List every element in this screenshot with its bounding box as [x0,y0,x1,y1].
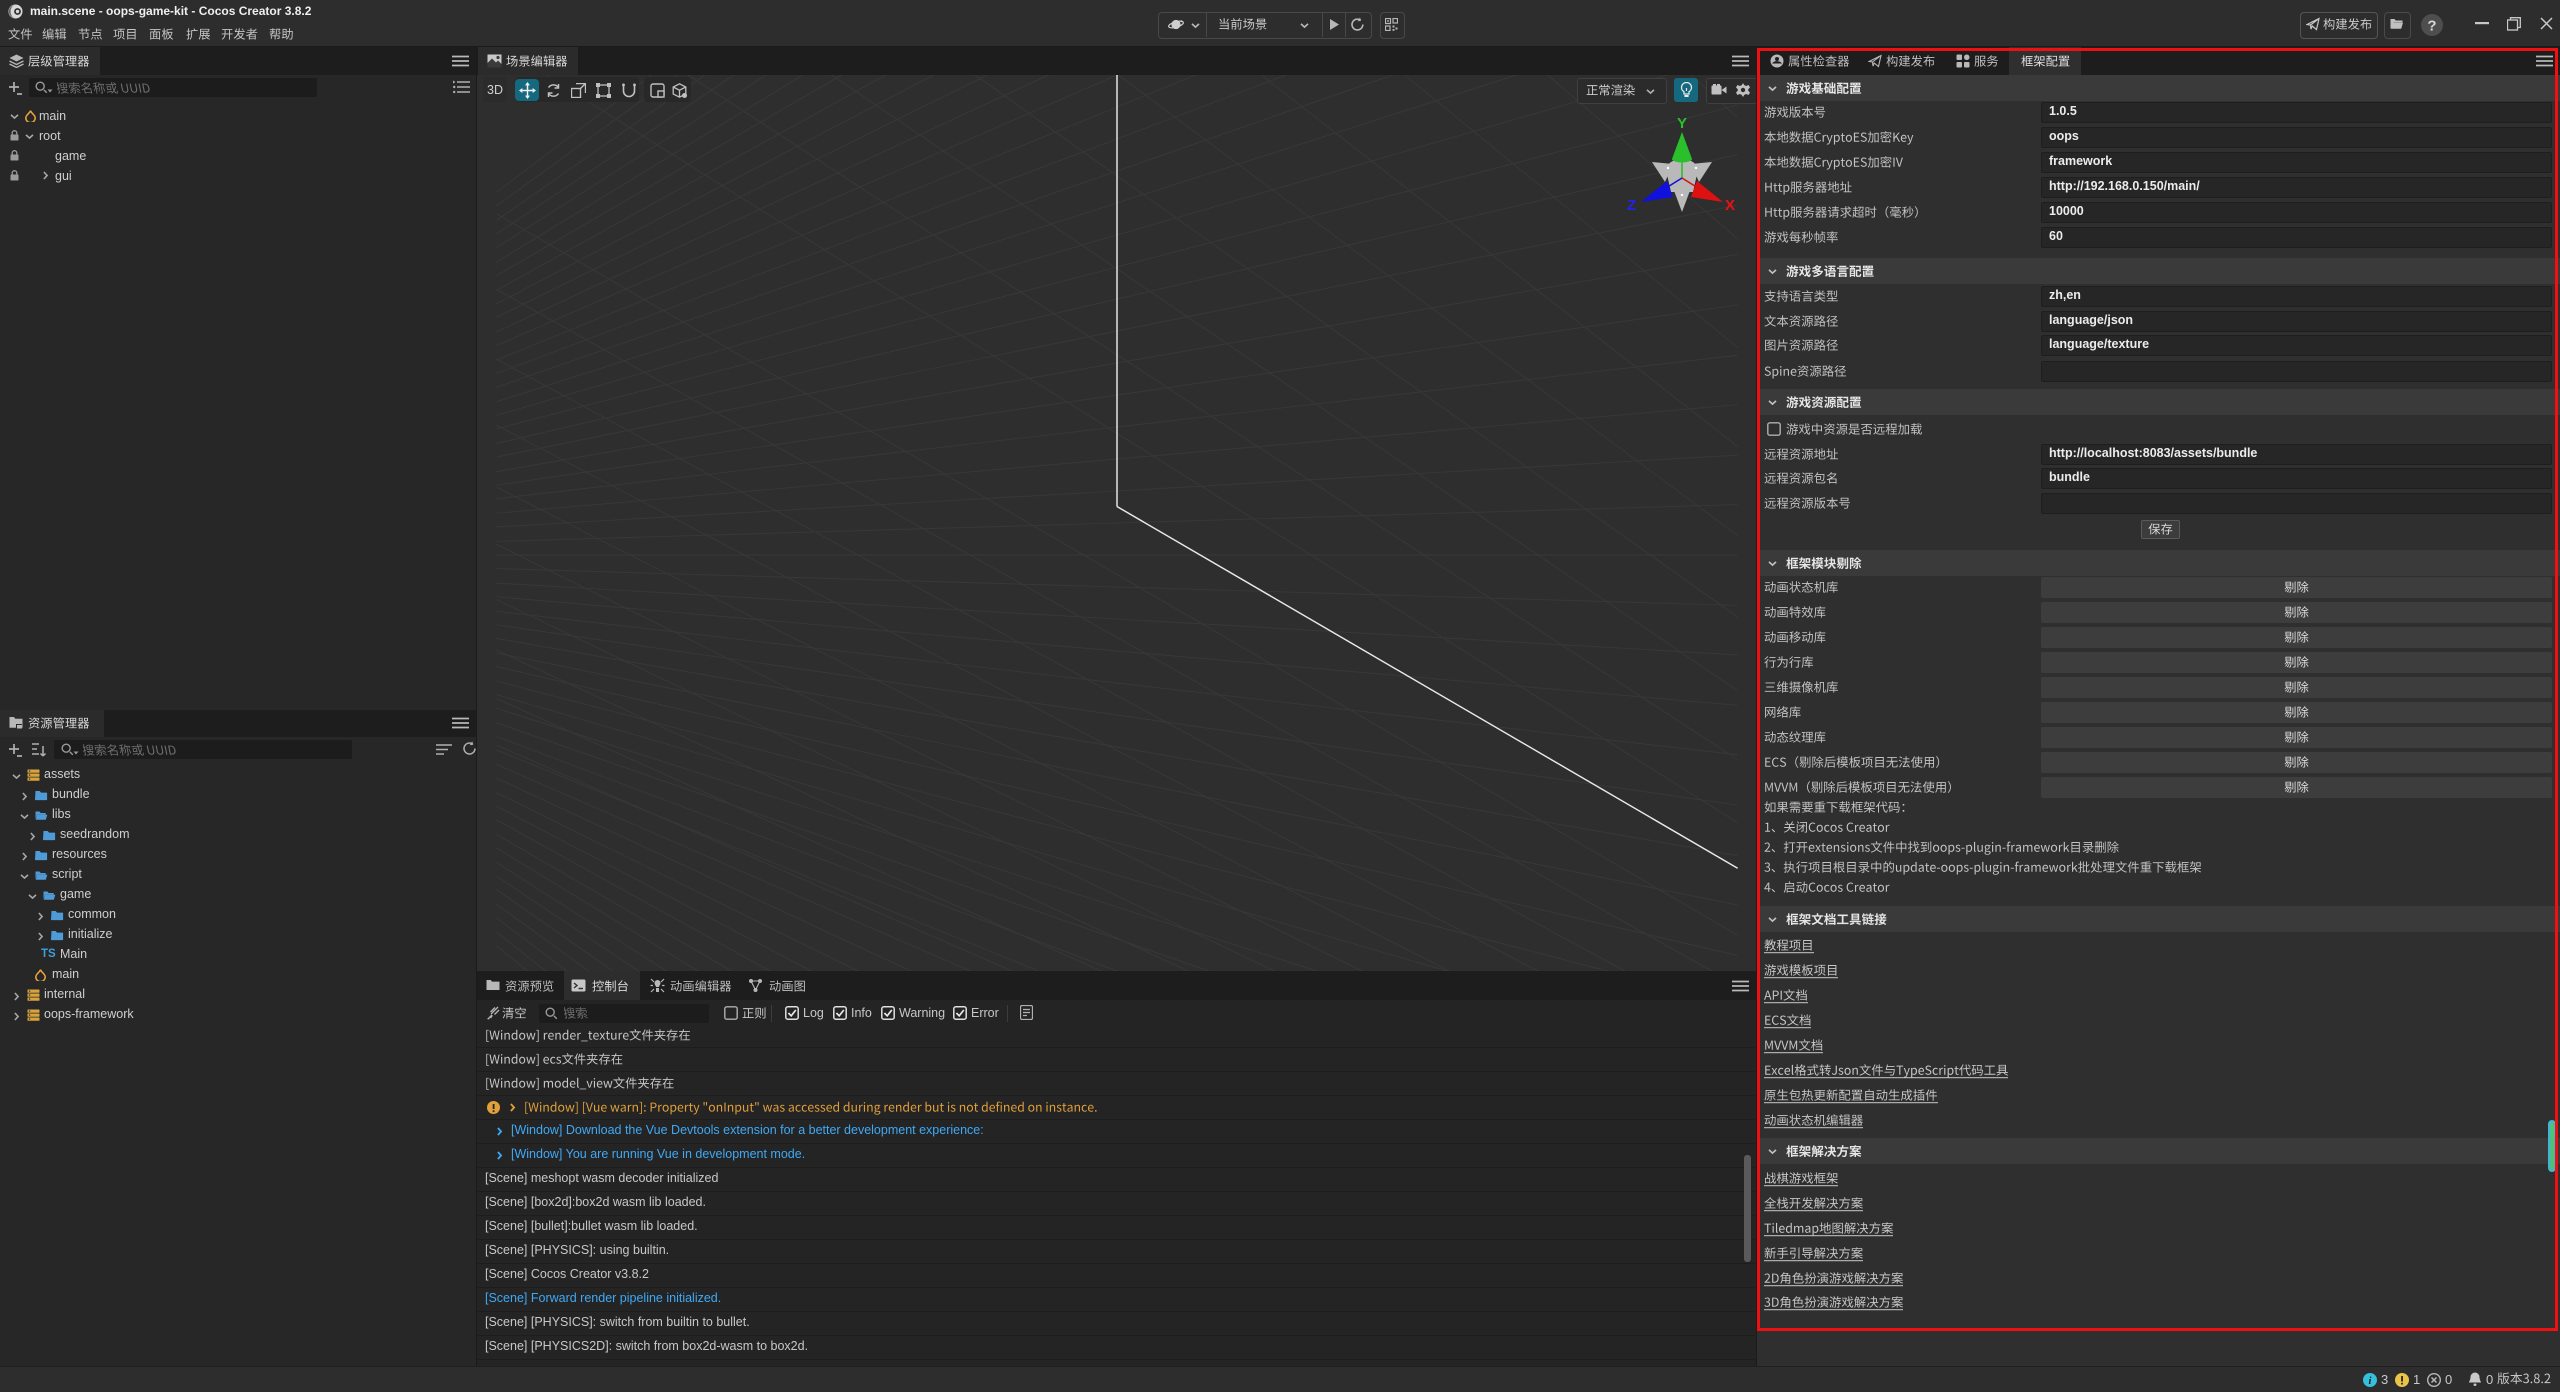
svg-text:?: ? [2427,18,2436,35]
svg-text:Z: Z [1627,197,1636,214]
svg-text:Y: Y [1677,115,1687,132]
svg-text:i: i [2369,1376,2372,1387]
svg-text:X: X [1725,197,1735,214]
